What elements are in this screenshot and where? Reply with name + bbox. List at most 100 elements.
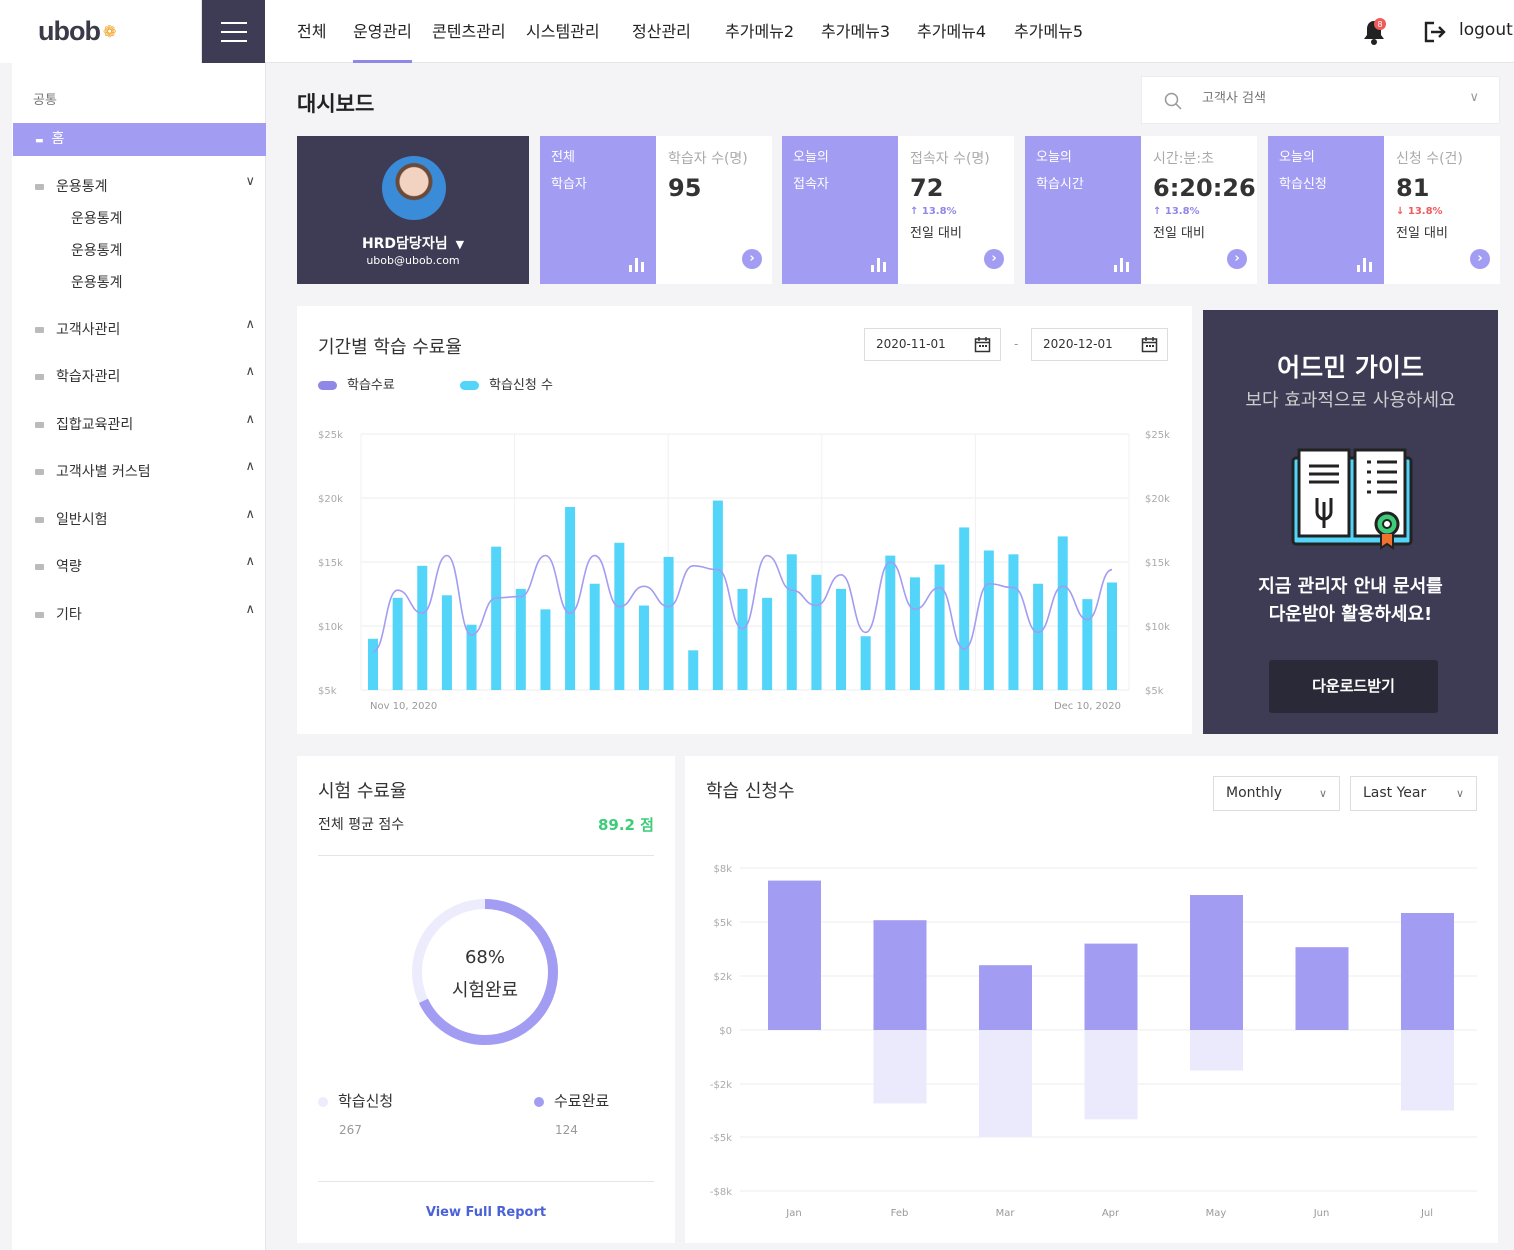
stat-value: 72: [910, 174, 944, 202]
sidebar-item-label: 기타: [56, 607, 82, 623]
nav-operations[interactable]: 운영관리: [353, 0, 412, 63]
bars-title: 학습 신청수: [706, 781, 795, 802]
sidebar-item-custom[interactable]: 고객사별 커스텀 ∧: [35, 459, 255, 481]
guide-text-line1: 지금 관리자 안내 문서를: [1258, 576, 1443, 597]
y-tick-label-right: $25k: [1145, 430, 1170, 441]
nav-extra-2[interactable]: 추가메뉴2: [725, 0, 794, 63]
y-tick-label: $10k: [318, 622, 343, 633]
bar-applications: [983, 550, 994, 690]
chevron-up-icon: ∧: [245, 554, 255, 569]
chevron-down-icon[interactable]: ∨: [1469, 90, 1479, 105]
nav-content[interactable]: 콘텐츠관리: [432, 0, 506, 63]
y-tick-label-right: $15k: [1145, 558, 1170, 569]
arrow-right-icon[interactable]: ›: [984, 249, 1004, 269]
guide-text-line2: 다운받아 활용하세요!: [1268, 604, 1433, 625]
applications-panel: 학습 신청수 Monthly ∨ Last Year ∨ $8k $5k $2k $0 -$…: [685, 756, 1498, 1243]
top-navigation: 전체 운영관리 콘텐츠관리 시스템관리 정산관리 추가메뉴2 추가메뉴3 추가메…: [265, 0, 1514, 63]
date-to-field[interactable]: 2020-12-01: [1031, 328, 1168, 361]
bar-applications: [762, 597, 773, 690]
chevron-up-icon: ∧: [245, 364, 255, 379]
sidebar-item-label: 집합교육관리: [56, 417, 134, 433]
sidebar-item-label: 일반시험: [56, 512, 108, 528]
x-start-label: Nov 10, 2020: [370, 701, 437, 712]
exam-completion-panel: 시험 수료율 전체 평균 점수 89.2 점 68% 시험완료 학습신청 267…: [297, 756, 675, 1243]
logo[interactable]: ubob ❁: [0, 0, 202, 63]
bar-applications: [441, 595, 452, 690]
bar-positive: [873, 920, 927, 1030]
sidebar-item-clients[interactable]: 고객사관리 ∧: [35, 317, 255, 339]
bar-applications: [614, 542, 625, 690]
donut-percent: 68%: [464, 947, 505, 968]
bar-negative: [1084, 1030, 1138, 1120]
exam-average-score: 89.2 점: [597, 816, 654, 834]
stat-card-visitors: 오늘의 접속자 접속자 수(명) 72 ↑ 13.8% 전일 대비 ›: [782, 136, 1014, 284]
arrow-right-icon[interactable]: ›: [1227, 249, 1247, 269]
divider: [318, 1181, 654, 1182]
x-tick-label: Feb: [891, 1208, 909, 1219]
nav-extra-3[interactable]: 추가메뉴3: [821, 0, 890, 63]
bar-positive: [1190, 895, 1243, 1030]
nav-all[interactable]: 전체: [297, 0, 326, 63]
client-search[interactable]: ∨: [1141, 76, 1500, 124]
nav-settlement[interactable]: 정산관리: [632, 0, 691, 63]
sidebar-subitem[interactable]: 운용통계: [71, 240, 123, 260]
sidebar-item-stats[interactable]: 운용통계 ∨: [35, 174, 255, 196]
nav-extra-4[interactable]: 추가메뉴4: [917, 0, 986, 63]
folder-icon: ▬: [35, 136, 44, 146]
nav-system[interactable]: 시스템관리: [526, 0, 600, 63]
x-tick-label: Jul: [1420, 1208, 1433, 1219]
avatar[interactable]: [382, 156, 446, 220]
nav-extra-5[interactable]: 추가메뉴5: [1014, 0, 1083, 63]
stat-compare: 전일 대비: [1153, 226, 1205, 241]
download-button[interactable]: 다운로드받기: [1269, 660, 1438, 713]
period-select[interactable]: Monthly ∨: [1213, 776, 1340, 811]
logout-icon[interactable]: [1422, 20, 1446, 44]
sidebar-subitem[interactable]: 운용통계: [71, 272, 123, 292]
caret-down-icon: ▼: [455, 238, 465, 251]
bar-applications: [959, 527, 970, 690]
sidebar-item-etc[interactable]: 기타 ∧: [35, 602, 255, 624]
folder-icon: [35, 612, 44, 618]
y-tick-label: -$2k: [710, 1080, 732, 1091]
y-tick-label: $20k: [318, 494, 343, 505]
range-select[interactable]: Last Year ∨: [1350, 776, 1477, 811]
bar-applications: [368, 638, 378, 690]
logo-text: ubob: [38, 16, 101, 46]
sidebar-item-exam[interactable]: 일반시험 ∧: [35, 507, 255, 529]
search-input[interactable]: [1202, 91, 1452, 106]
folder-icon: [35, 374, 44, 380]
calendar-icon[interactable]: [1141, 336, 1158, 353]
stat-caption: 신청 수(건): [1396, 151, 1463, 167]
arrow-right-icon[interactable]: ›: [742, 249, 762, 269]
stat-delta: ↓ 13.8%: [1396, 206, 1443, 217]
bar-chart-icon: [871, 258, 886, 272]
hamburger-menu-button[interactable]: [202, 0, 265, 63]
bar-applications: [589, 583, 600, 690]
sidebar-subitem[interactable]: 운용통계: [71, 208, 123, 228]
legend-label: 학습신청: [338, 1092, 394, 1110]
logout-button[interactable]: logout: [1459, 20, 1513, 40]
guide-subtitle: 보다 효과적으로 사용하세요: [1245, 390, 1456, 411]
sidebar-item-competency[interactable]: 역량 ∧: [35, 554, 255, 576]
bell-icon[interactable]: 8: [1362, 18, 1386, 46]
profile-menu[interactable]: HRD담당자님 ▼: [297, 233, 529, 253]
sidebar-item-home[interactable]: ▬ 홈: [13, 123, 266, 156]
sidebar-item-learners[interactable]: 학습자관리 ∧: [35, 364, 255, 386]
stat-card-study-time: 오늘의 학습시간 시간:분:초 6:20:26 ↑ 13.8% 전일 대비 ›: [1025, 136, 1257, 284]
bar-positive: [768, 880, 821, 1030]
stat-caption: 시간:분:초: [1153, 151, 1214, 167]
stat-label-line1: 오늘의: [793, 150, 829, 165]
notification-count: 8: [1377, 20, 1382, 29]
date-from-field[interactable]: 2020-11-01: [864, 328, 1001, 361]
bar-positive: [1401, 913, 1454, 1030]
sidebar-item-group-training[interactable]: 집합교육관리 ∧: [35, 412, 255, 434]
x-tick-label: May: [1206, 1208, 1227, 1219]
chevron-up-icon: ∧: [245, 602, 255, 617]
bar-applications: [934, 564, 945, 690]
calendar-icon[interactable]: [974, 336, 991, 353]
y-tick-label-right: $10k: [1145, 622, 1170, 633]
view-full-report-link[interactable]: View Full Report: [297, 1205, 675, 1220]
exam-title: 시험 수료율: [318, 781, 407, 802]
chevron-down-icon: ∨: [245, 174, 255, 189]
arrow-right-icon[interactable]: ›: [1470, 249, 1490, 269]
